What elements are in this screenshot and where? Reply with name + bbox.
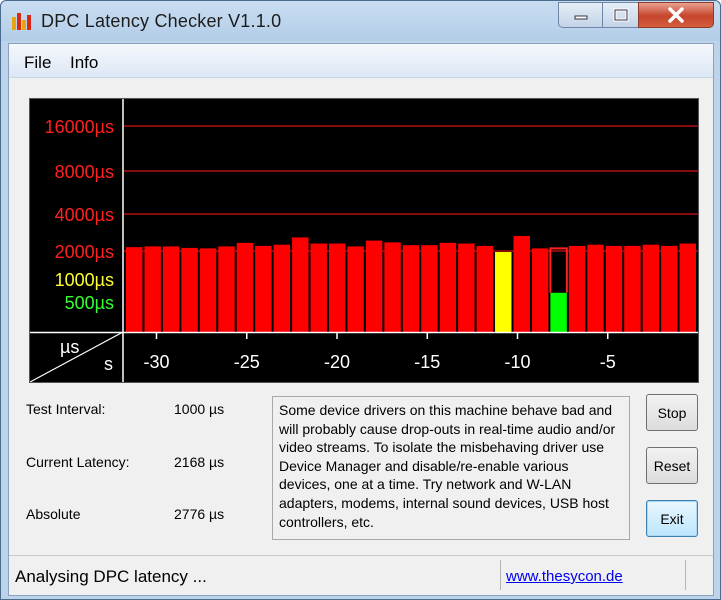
latency-bar bbox=[624, 245, 641, 332]
y-tick-label: 8000µs bbox=[55, 162, 114, 182]
x-tick-label: -30 bbox=[143, 352, 169, 372]
maximize-button[interactable] bbox=[602, 2, 638, 28]
diagnosis-message: Some device drivers on this machine beha… bbox=[272, 396, 630, 540]
latency-bar bbox=[236, 242, 254, 332]
exit-button[interactable]: Exit bbox=[646, 500, 698, 537]
latency-bar bbox=[273, 244, 291, 332]
x-tick-label: -20 bbox=[324, 352, 350, 372]
menu-bar: File Info bbox=[9, 44, 713, 78]
y-tick-label: 500µs bbox=[65, 293, 114, 313]
latency-bar bbox=[126, 247, 143, 332]
latency-bar bbox=[402, 245, 420, 332]
y-tick-label: 16000µs bbox=[45, 117, 114, 137]
latency-chart: 16000µs 8000µs 4000µs 2000µs 1000µs 500µs µs s -… bbox=[30, 99, 698, 382]
x-tick-label: -25 bbox=[234, 352, 260, 372]
y-tick-label: 2000µs bbox=[55, 242, 114, 262]
absolute-label: Absolute bbox=[26, 506, 81, 522]
latency-bar bbox=[144, 246, 161, 332]
current-latency-value: 2168 µs bbox=[174, 454, 225, 470]
status-bar: Analysing DPC latency ... www.thesycon.d… bbox=[9, 555, 713, 595]
latency-bar bbox=[421, 245, 438, 332]
latency-bar bbox=[255, 245, 272, 332]
close-button[interactable] bbox=[638, 2, 714, 28]
latency-bar bbox=[310, 243, 327, 332]
latency-bar bbox=[495, 252, 512, 332]
current-latency-label: Current Latency: bbox=[26, 454, 130, 470]
latency-bar bbox=[642, 244, 660, 332]
app-icon bbox=[12, 13, 31, 30]
latency-bar bbox=[218, 246, 235, 332]
latency-bar bbox=[181, 247, 198, 332]
maximize-icon bbox=[613, 8, 628, 22]
reset-button[interactable]: Reset bbox=[646, 447, 698, 484]
title-bar[interactable]: DPC Latency Checker V1.1.0 bbox=[1, 1, 720, 41]
menu-file[interactable]: File bbox=[24, 53, 51, 73]
y-tick-label: 1000µs bbox=[55, 270, 114, 290]
y-tick-label: 4000µs bbox=[55, 205, 114, 225]
latency-bar bbox=[568, 245, 586, 332]
app-window: DPC Latency Checker V1.1.0 File Info 160… bbox=[0, 0, 721, 600]
latency-bar bbox=[513, 235, 530, 332]
size-grip-divider bbox=[685, 560, 686, 590]
latency-bar bbox=[328, 243, 346, 332]
x-tick-label: -15 bbox=[414, 352, 440, 372]
minimize-icon bbox=[574, 15, 587, 20]
x-tick-label: -10 bbox=[504, 352, 530, 372]
window-title: DPC Latency Checker V1.1.0 bbox=[41, 11, 282, 31]
latency-bar bbox=[199, 248, 217, 332]
latency-bar bbox=[292, 237, 309, 332]
corner-label-us: µs bbox=[60, 337, 79, 357]
latency-bar bbox=[550, 292, 567, 332]
x-tick-label: -5 bbox=[600, 352, 616, 372]
website-link[interactable]: www.thesycon.de bbox=[506, 568, 623, 585]
latency-bar bbox=[458, 243, 475, 332]
latency-bar bbox=[384, 242, 401, 332]
latency-bar bbox=[365, 240, 383, 332]
latency-bar bbox=[162, 246, 180, 332]
status-divider bbox=[500, 560, 501, 590]
client-area: File Info 16000µs 8000µs 4000µs 2000µs 1000µ… bbox=[8, 43, 714, 596]
status-text: Analysing DPC latency ... bbox=[15, 567, 207, 586]
latency-bar bbox=[439, 242, 457, 332]
latency-bar bbox=[531, 248, 549, 332]
latency-bar bbox=[679, 243, 696, 332]
corner-label-s: s bbox=[104, 354, 113, 374]
peak-marker bbox=[549, 247, 568, 293]
latency-bar bbox=[605, 245, 623, 332]
test-interval-value: 1000 µs bbox=[174, 401, 225, 417]
latency-bar bbox=[476, 245, 494, 332]
menu-info[interactable]: Info bbox=[70, 53, 98, 73]
stop-button[interactable]: Stop bbox=[646, 394, 698, 431]
test-interval-label: Test Interval: bbox=[26, 401, 106, 417]
absolute-value: 2776 µs bbox=[174, 506, 225, 522]
latency-graph: 16000µs 8000µs 4000µs 2000µs 1000µs 500µs µs s -… bbox=[29, 98, 699, 383]
minimize-button[interactable] bbox=[558, 2, 602, 28]
close-icon bbox=[668, 7, 684, 23]
latency-bar bbox=[347, 246, 364, 332]
latency-bar bbox=[587, 244, 604, 332]
latency-bar bbox=[661, 245, 678, 332]
